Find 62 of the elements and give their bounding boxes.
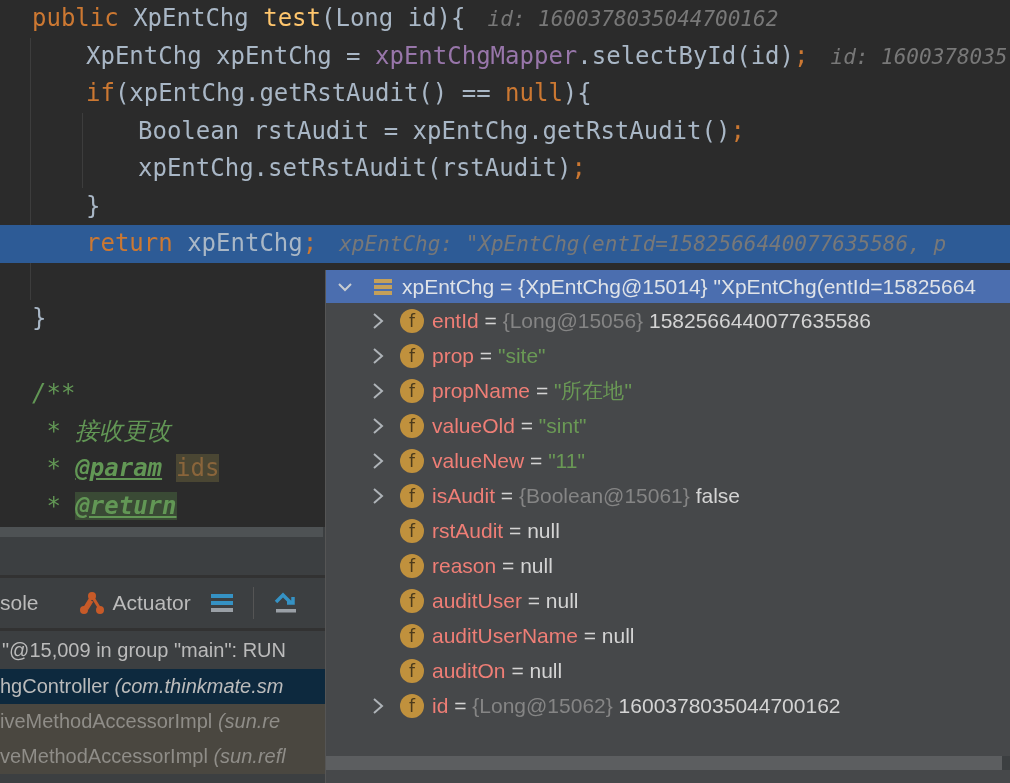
code-line: public XpEntChg test(Long id){ [32, 4, 466, 32]
inline-hint: id: 1600378035 [830, 44, 1008, 69]
stack-frame[interactable]: iveMethodAccessorImpl (sun.re [0, 704, 325, 739]
variable-text: rstAudit = null [432, 518, 560, 543]
field-icon: f [400, 693, 424, 718]
code-line: /** [32, 379, 76, 407]
variable-text: reason = null [432, 553, 553, 578]
list-button[interactable] [210, 593, 233, 613]
step-button[interactable] [273, 592, 298, 614]
console-tab[interactable]: sole [0, 591, 39, 615]
variable-text: propName = "所在地" [432, 377, 632, 404]
variable-text: auditUser = null [432, 588, 579, 613]
field-icon: f [400, 378, 424, 403]
code-line: } [86, 191, 101, 220]
field-icon: f [400, 343, 424, 368]
code-line: xpEntChg.setRstAudit(rstAudit); [138, 154, 586, 182]
inline-hint: xpEntChg: "XpEntChg(entId=1582566440077635586, p [339, 232, 947, 256]
variable-text: auditOn = null [432, 658, 563, 683]
code-line: return xpEntChg; [86, 229, 318, 257]
variable-text: prop = "site" [432, 343, 546, 368]
variable-text: entId = {Long@15056} 1582566440077635586 [432, 308, 871, 333]
variable-text: xpEntChg = {XpEntChg@15014} "XpEntChg(entId=15825664 [402, 274, 977, 299]
code-line: * @param ids [45, 454, 220, 482]
variable-text: isAudit = {Boolean@15061} false [432, 483, 740, 508]
field-icon: f [400, 518, 424, 543]
scrollbar[interactable] [0, 527, 323, 537]
stack-frame[interactable]: veMethodAccessorImpl (sun.refl [0, 739, 325, 774]
chevron-icon[interactable] [372, 451, 384, 470]
field-icon: f [400, 483, 424, 508]
actuator-icon [78, 591, 105, 615]
inline-hint: id: 1600378035044700162 [487, 7, 779, 31]
chevron-icon[interactable] [372, 381, 384, 400]
field-icon: f [400, 308, 424, 333]
actuator-tab[interactable]: Actuator [78, 591, 191, 615]
selected-tree-row[interactable]: xpEntChg = {XpEntChg@15014} "XpEntChg(entId=15825664 [326, 270, 1010, 303]
field-icon: f [400, 553, 424, 578]
code-line: Boolean rstAudit = xpEntChg.getRstAudit(); [138, 116, 745, 145]
stack-icon [374, 277, 392, 296]
chevron-icon[interactable] [372, 311, 384, 330]
variable-text: id = {Long@15062} 1600378035044700162 [432, 693, 841, 718]
code-line: * 接收更改 [45, 416, 172, 445]
variable-text: auditUserName = null [432, 623, 635, 648]
variable-text: valueNew = "11" [432, 448, 585, 473]
list-icon [210, 593, 233, 613]
code-line: } [32, 304, 47, 332]
field-icon: f [400, 588, 424, 613]
scrollbar[interactable] [326, 756, 1002, 770]
chevron-icon[interactable] [372, 486, 384, 505]
code-line: if(xpEntChg.getRstAudit() == null){ [86, 79, 592, 107]
field-icon: f [400, 623, 424, 648]
thread-selector[interactable]: "@15,009 in group "main": RUN [0, 631, 325, 669]
field-icon: f [400, 658, 424, 683]
field-icon: f [400, 448, 424, 473]
code-line: * @return [45, 491, 177, 520]
variable-text: valueOld = "sint" [432, 413, 587, 438]
step-icon [273, 592, 298, 614]
chevron-icon[interactable] [372, 696, 384, 715]
field-icon: f [400, 413, 424, 438]
stack-frame[interactable]: hgController (com.thinkmate.sm [0, 669, 325, 704]
chevron-icon[interactable] [372, 416, 384, 435]
chevron-icon[interactable] [372, 346, 384, 365]
code-line: XpEntChg xpEntChg = xpEntChgMapper.selectById(id); [86, 41, 809, 70]
